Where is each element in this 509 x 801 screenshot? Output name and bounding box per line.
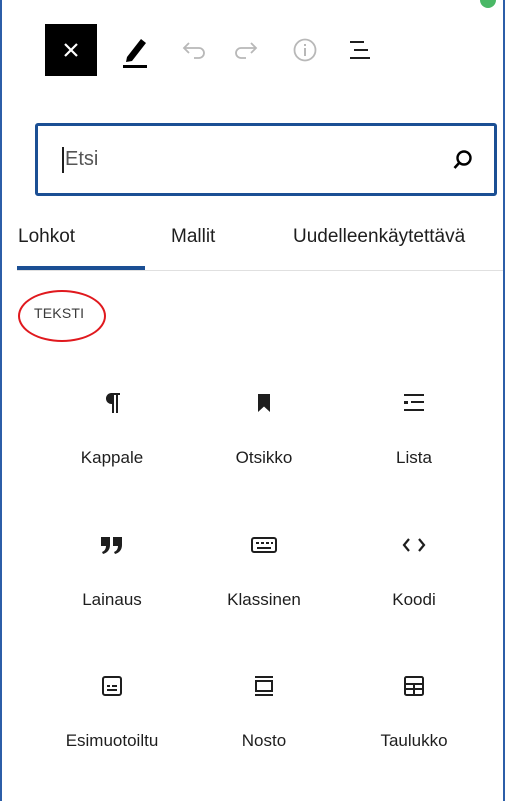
block-classic[interactable]: Klassinen: [194, 525, 334, 610]
status-dot: [480, 0, 496, 8]
search-input[interactable]: [65, 148, 450, 171]
list-view-icon: [350, 41, 370, 59]
block-label: Lainaus: [82, 590, 142, 609]
block-label: Klassinen: [227, 590, 301, 609]
block-label: Taulukko: [380, 731, 448, 750]
table-icon: [402, 666, 426, 706]
tools-button[interactable]: [118, 28, 152, 72]
block-preformatted[interactable]: Esimuotoiltu: [42, 666, 182, 751]
block-label: Otsikko: [235, 448, 293, 467]
tab-reusable[interactable]: Uudelleenkäytettävä: [293, 226, 465, 248]
bookmark-icon: [255, 383, 273, 423]
panel-right-border: [503, 0, 505, 801]
block-search[interactable]: [35, 123, 497, 196]
category-heading: TEKSTI: [34, 305, 85, 321]
quote-icon: [99, 525, 125, 565]
block-label: Lista: [396, 448, 432, 467]
block-paragraph[interactable]: Kappale: [42, 383, 182, 468]
keyboard-icon: [250, 525, 278, 565]
text-caret: [62, 146, 64, 173]
tabs-divider: [17, 270, 503, 271]
paragraph-icon: [102, 383, 122, 423]
block-label: Koodi: [392, 590, 436, 609]
list-view-button[interactable]: [342, 30, 378, 70]
block-heading[interactable]: Otsikko: [194, 383, 334, 468]
redo-icon: [235, 42, 258, 59]
details-button[interactable]: [287, 30, 323, 70]
info-icon: [293, 38, 317, 62]
close-icon: [64, 43, 78, 57]
block-code[interactable]: Koodi: [344, 525, 484, 610]
search-icon[interactable]: [450, 147, 476, 173]
block-pullquote[interactable]: Nosto: [194, 666, 334, 751]
block-label: Esimuotoiltu: [65, 731, 159, 750]
pullquote-icon: [252, 666, 276, 706]
code-icon: [401, 525, 427, 565]
tab-patterns[interactable]: Mallit: [171, 226, 215, 248]
block-label: Nosto: [241, 731, 287, 750]
block-table[interactable]: Taulukko: [344, 666, 484, 751]
block-label: Kappale: [80, 448, 144, 467]
block-list[interactable]: Lista: [344, 383, 484, 468]
close-inserter-button[interactable]: [45, 24, 97, 76]
panel-left-border: [0, 0, 2, 801]
list-icon: [402, 383, 426, 423]
pencil-icon: [123, 39, 147, 68]
undo-button[interactable]: [176, 30, 210, 70]
block-quote[interactable]: Lainaus: [42, 525, 182, 610]
preformatted-icon: [100, 666, 124, 706]
redo-button[interactable]: [230, 30, 264, 70]
tab-blocks[interactable]: Lohkot: [18, 226, 75, 248]
undo-icon: [182, 42, 205, 59]
